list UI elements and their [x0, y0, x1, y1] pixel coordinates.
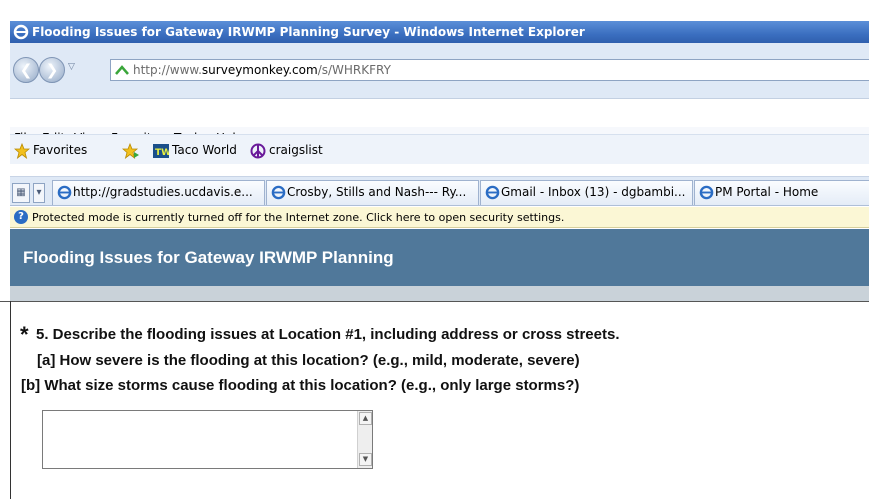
address-url: http://www.surveymonkey.com/s/WHRKFRY — [133, 63, 391, 77]
window-title: Flooding Issues for Gateway IRWMP Planni… — [32, 25, 585, 39]
tab-pm-portal[interactable]: PM Portal - Home — [694, 180, 869, 205]
favorites-label: Favorites — [33, 143, 88, 157]
answer-scrollbar[interactable]: ▲ ▼ — [357, 411, 372, 468]
infobar-text: Protected mode is currently turned off f… — [32, 211, 565, 224]
question-subpart-a: [a] How severe is the flooding at this l… — [37, 352, 580, 369]
favorites-button[interactable]: Favorites — [13, 135, 88, 165]
required-marker: * — [20, 322, 29, 347]
tab-label: Gmail - Inbox (13) - dgbambi... — [501, 185, 686, 199]
tab-label: Crosby, Stills and Nash--- Ry... — [287, 185, 467, 199]
survey-header: Flooding Issues for Gateway IRWMP Planni… — [10, 229, 869, 286]
favorites-bar: Favorites TW Taco World craigslist — [10, 134, 869, 164]
favorite-link-craigslist[interactable]: craigslist — [250, 135, 323, 165]
taco-world-icon: TW — [153, 143, 171, 158]
ie-page-icon — [699, 185, 714, 200]
quick-tabs-icon: ▦ — [16, 187, 26, 198]
tab-gradstudies[interactable]: http://gradstudies.ucdavis.e... — [52, 180, 265, 205]
tab-gmail[interactable]: Gmail - Inbox (13) - dgbambi... — [480, 180, 693, 205]
back-arrow-icon: ❮ — [19, 61, 33, 79]
address-field[interactable]: http://www.surveymonkey.com/s/WHRKFRY — [110, 59, 869, 81]
url-path: /s/WHRKFRY — [317, 63, 391, 77]
star-icon — [13, 142, 31, 159]
add-to-favorites-icon — [121, 142, 139, 159]
peace-icon — [250, 143, 266, 158]
scroll-down-button[interactable]: ▼ — [359, 453, 372, 466]
answer-textarea[interactable] — [42, 410, 373, 469]
svg-text:TW: TW — [155, 148, 169, 158]
forward-arrow-icon: ❯ — [45, 61, 59, 79]
help-shield-icon: ? — [14, 210, 28, 224]
url-domain: surveymonkey.com — [201, 63, 318, 77]
protected-mode-infobar[interactable]: ? Protected mode is currently turned off… — [10, 207, 869, 228]
header-divider-strip — [10, 286, 869, 301]
back-button[interactable]: ❮ — [13, 57, 39, 83]
quick-tabs-button[interactable]: ▦ — [12, 183, 30, 203]
chevron-down-icon: ▾ — [36, 187, 42, 198]
forward-button[interactable]: ❯ — [39, 57, 65, 83]
ie-logo-icon — [13, 24, 29, 40]
craigslist-label: craigslist — [269, 143, 323, 157]
add-favorite-button[interactable] — [121, 135, 143, 165]
tab-list-button[interactable]: ▾ — [33, 183, 45, 203]
url-prefix: http://www. — [133, 63, 202, 77]
address-bar-row: ❮ ❯ ▽ http://www.surveymonkey.com/s/WHRK… — [10, 43, 869, 99]
window-title-bar: Flooding Issues for Gateway IRWMP Planni… — [10, 21, 869, 43]
question-subpart-b: [b] What size storms cause flooding at t… — [21, 377, 580, 394]
ie-page-icon — [485, 185, 500, 200]
arrow-down-icon: ▼ — [362, 455, 369, 463]
site-favicon-icon — [115, 65, 129, 75]
content-left-border — [10, 301, 11, 499]
survey-title: Flooding Issues for Gateway IRWMP Planni… — [23, 248, 394, 267]
ie-page-icon — [271, 185, 286, 200]
favorite-link-taco-world[interactable]: TW Taco World — [153, 135, 237, 165]
tab-crosby[interactable]: Crosby, Stills and Nash--- Ry... — [266, 180, 479, 205]
arrow-up-icon: ▲ — [362, 414, 369, 422]
tab-label: http://gradstudies.ucdavis.e... — [73, 185, 253, 199]
tab-bar: ▦ ▾ http://gradstudies.ucdavis.e... Cros… — [10, 176, 869, 206]
history-dropdown-icon[interactable]: ▽ — [68, 62, 75, 72]
scroll-up-button[interactable]: ▲ — [359, 412, 372, 425]
question-text: 5. Describe the flooding issues at Locat… — [36, 326, 620, 343]
taco-world-label: Taco World — [172, 143, 237, 157]
tab-label: PM Portal - Home — [715, 185, 819, 199]
ie-page-icon — [57, 185, 72, 200]
